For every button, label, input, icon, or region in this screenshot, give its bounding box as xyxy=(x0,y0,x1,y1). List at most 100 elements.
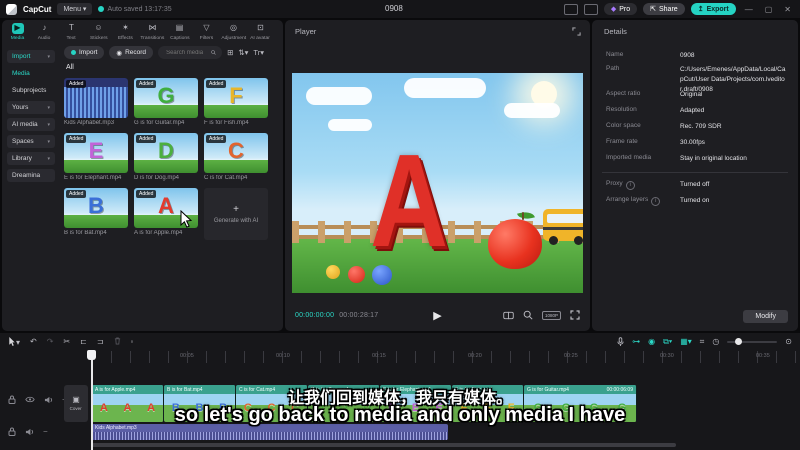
media-tile-elephant[interactable]: Added E E is for Elephant.mp4 xyxy=(64,133,128,181)
mute-icon[interactable] xyxy=(25,428,34,436)
chevron-down-icon: ▾ xyxy=(47,121,50,128)
menu-button[interactable]: Menu ▾ xyxy=(57,3,93,15)
tab-stickers[interactable]: ☺ Stickers xyxy=(85,23,112,41)
preview-quality-badge[interactable]: 1080P xyxy=(541,310,561,320)
main-track-magnet-icon[interactable]: ◉ xyxy=(648,338,655,346)
media-tile-kids-alphabet[interactable]: Added Kids Alphabet.mp3 xyxy=(64,78,128,126)
sidebar-item-library[interactable]: Library ▾ xyxy=(7,152,55,165)
export-button[interactable]: ↥ Export xyxy=(690,3,736,15)
layout-toggle-icon[interactable] xyxy=(563,3,578,15)
scene-apple xyxy=(488,208,542,269)
timeline-zoom-slider[interactable] xyxy=(727,338,778,345)
tab-filters[interactable]: ▽ Filters xyxy=(193,23,220,41)
chevron-down-icon: ▾ xyxy=(47,138,50,145)
media-tile-dog[interactable]: Added D D is for Dog.mp4 xyxy=(134,133,198,181)
media-tile-cat[interactable]: Added C C is for Cat.mp4 xyxy=(204,133,268,181)
play-button[interactable]: ▶ xyxy=(433,309,441,322)
undo-icon[interactable]: ↶ xyxy=(30,338,37,346)
close-button[interactable]: ✕ xyxy=(781,5,794,14)
added-badge: Added xyxy=(206,80,227,88)
media-tile-bat[interactable]: Added B B is for Bat.mp4 xyxy=(64,188,128,236)
timeline-settings-icon[interactable]: ◷ xyxy=(712,338,719,346)
auto-captions-dropdown[interactable]: ▦▾ xyxy=(680,338,692,346)
sidebar-item-spaces[interactable]: Spaces ▾ xyxy=(7,135,55,148)
media-tile-fish[interactable]: Added F F is for Fish.mp4 xyxy=(204,78,268,126)
filter-all-label[interactable]: All xyxy=(66,64,74,71)
panel-layout-icon[interactable] xyxy=(583,3,598,15)
player-controls: 00:00:00:00 00:00:28:17 ▶ 1080P xyxy=(285,303,590,327)
info-icon[interactable]: i xyxy=(625,181,635,190)
generate-with-ai-tile[interactable]: + Generate with AI xyxy=(204,188,268,240)
split-icon[interactable]: ✂ xyxy=(63,338,70,346)
voiceover-mic-icon[interactable] xyxy=(617,337,624,347)
app-name: CapCut xyxy=(23,4,52,14)
snap-toggle-icon[interactable]: ⊶ xyxy=(632,338,640,346)
maximize-button[interactable]: ▢ xyxy=(762,5,776,14)
text-icon: T xyxy=(69,23,74,32)
tab-transitions[interactable]: ⋈ Transitions xyxy=(139,23,166,41)
grid-view-icon[interactable]: ⊞ xyxy=(227,48,233,57)
search-input[interactable] xyxy=(164,48,209,57)
import-button[interactable]: Import xyxy=(64,46,105,59)
tab-text[interactable]: T Text xyxy=(58,23,85,41)
fullscreen-icon[interactable] xyxy=(570,310,580,320)
preview-viewport[interactable]: A xyxy=(292,73,583,293)
ruler-label: 00:05 xyxy=(180,353,194,359)
sidebar-item-ai-media[interactable]: AI media ▾ xyxy=(7,118,55,131)
audio-icon: ♪ xyxy=(42,23,47,32)
delete-icon[interactable] xyxy=(114,337,121,347)
pro-button[interactable]: ◆ Pro xyxy=(603,3,638,15)
link-clips-dropdown[interactable]: ⧉▾ xyxy=(663,338,672,346)
lock-icon[interactable] xyxy=(8,427,16,436)
mirror-preview-icon[interactable] xyxy=(503,311,514,320)
scene-cloud xyxy=(328,119,372,131)
ai-avatar-icon: ⊡ xyxy=(257,23,264,32)
capcut-logo-icon xyxy=(6,3,17,15)
detail-row-color-space: Color space Rec. 709 SDR xyxy=(606,122,722,130)
added-badge: Added xyxy=(136,80,157,88)
collapse-track-icon[interactable]: − xyxy=(43,427,48,436)
sidebar-item-import[interactable]: Import ▾ xyxy=(7,50,55,63)
redo-icon[interactable]: ↷ xyxy=(47,338,54,346)
added-badge: Added xyxy=(136,190,157,198)
scene-cloud xyxy=(306,87,372,105)
added-badge: Added xyxy=(206,135,227,143)
tab-captions[interactable]: ▤ Captions xyxy=(166,23,193,41)
tab-media[interactable]: ▶ Media xyxy=(4,23,31,41)
player-expand-icon[interactable] xyxy=(572,27,581,36)
record-button[interactable]: ◉ Record xyxy=(109,46,154,59)
tab-ai-avatar[interactable]: ⊡ AI avatar xyxy=(247,23,274,41)
zoom-fit-icon[interactable]: ⊙ xyxy=(785,338,792,346)
timeline-toolbar: ▾ ↶ ↷ ✂ ⊏ ⊐ ◦ ⊶ ◉ ⧉▾ ▦▾ ⌗ ◷ ⊙ xyxy=(0,333,800,351)
timeline-ruler[interactable] xyxy=(92,351,800,363)
delete-right-icon[interactable]: ⊐ xyxy=(97,338,104,346)
share-button[interactable]: ⇱ Share xyxy=(643,3,685,15)
tab-audio[interactable]: ♪ Audio xyxy=(31,23,58,41)
sidebar-item-dreamina[interactable]: Dreamina xyxy=(7,169,55,182)
type-filter-dropdown[interactable]: Tr▾ xyxy=(253,48,264,57)
tab-adjustment[interactable]: ◎ Adjustment xyxy=(220,23,247,41)
preview-zoom-icon[interactable] xyxy=(523,310,533,320)
tab-effects[interactable]: ✶ Effects xyxy=(112,23,139,41)
chevron-down-icon: ▾ xyxy=(47,155,50,162)
plus-icon: + xyxy=(233,204,239,215)
delete-left-icon[interactable]: ⊏ xyxy=(80,338,87,346)
detail-row-imported-media: Imported media Stay in original location xyxy=(606,154,747,162)
minimize-button[interactable]: — xyxy=(742,5,756,14)
sidebar-item-subprojects[interactable]: Subprojects xyxy=(7,84,55,97)
search-box[interactable] xyxy=(158,46,223,59)
sort-dropdown-icon[interactable]: ⇅▾ xyxy=(238,48,248,57)
marker-icon[interactable]: ◦ xyxy=(131,338,134,346)
info-icon[interactable]: i xyxy=(651,197,661,206)
playhead-handle[interactable] xyxy=(87,350,96,360)
zoom-slider-knob[interactable] xyxy=(735,338,743,345)
sidebar-item-media[interactable]: Media xyxy=(7,67,55,80)
media-tile-guitar[interactable]: Added G G is for Guitar.mp4 xyxy=(134,78,198,126)
preview-axis-icon[interactable]: ⌗ xyxy=(700,338,705,346)
select-tool-dropdown[interactable]: ▾ xyxy=(8,337,20,347)
media-tile-name: C is for Cat.mp4 xyxy=(204,175,248,181)
timeline-horizontal-scrollbar[interactable] xyxy=(92,443,676,447)
sidebar-item-yours[interactable]: Yours ▾ xyxy=(7,101,55,114)
modify-button[interactable]: Modify xyxy=(743,310,788,323)
media-icon: ▶ xyxy=(11,23,24,34)
